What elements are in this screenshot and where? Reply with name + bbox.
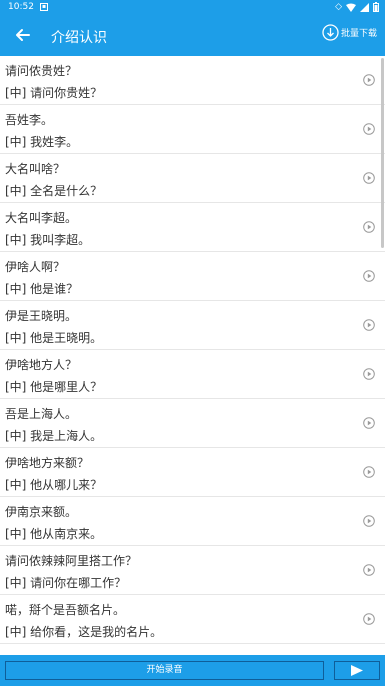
wifi-icon <box>346 3 356 12</box>
app-notification-icon: ▪ <box>40 3 48 11</box>
dialect-text: 吾是上海人。 <box>5 407 78 421</box>
play-circle-icon[interactable] <box>363 564 375 576</box>
dialect-text: 伊啥地方人？ <box>5 358 78 372</box>
dialect-text: 喏，搿个是吾额名片。 <box>5 603 126 617</box>
list-item[interactable]: 吾是上海人。 [中] 我是上海人。 <box>0 399 385 448</box>
list-item[interactable]: 伊南京来额。 [中] 他从南京来。 <box>0 497 385 546</box>
dialect-text: 伊啥人啊？ <box>5 260 66 274</box>
mandarin-text: [中] 他是哪里人？ <box>5 380 103 394</box>
play-circle-icon[interactable] <box>363 466 375 478</box>
dialect-text: 伊是王晓明。 <box>5 309 78 323</box>
batch-download-button[interactable]: 批量下载 <box>322 24 377 41</box>
status-bar: 10:52 ▪ ◇ <box>0 0 385 16</box>
play-circle-icon[interactable] <box>363 221 375 233</box>
app-bar: 介绍认识 批量下载 <box>0 16 385 56</box>
dialect-text: 大名叫李超。 <box>5 211 78 225</box>
play-circle-icon[interactable] <box>363 172 375 184</box>
dialect-text: 伊啥地方来额？ <box>5 456 90 470</box>
play-triangle-icon <box>351 665 363 676</box>
list-item[interactable]: 伊啥地方人？ [中] 他是哪里人？ <box>0 350 385 399</box>
play-circle-icon[interactable] <box>363 368 375 380</box>
batch-download-label: 批量下载 <box>340 29 377 39</box>
bottom-bar: 开始录音 <box>0 655 385 686</box>
list-item[interactable]: 大名叫啥？ [中] 全名是什么？ <box>0 154 385 203</box>
mandarin-text: [中] 他从哪儿来？ <box>5 478 103 492</box>
list-item[interactable]: 伊啥地方来额？ [中] 他从哪儿来？ <box>0 448 385 497</box>
play-circle-icon[interactable] <box>363 417 375 429</box>
battery-icon <box>373 2 379 12</box>
dialect-text: 请问侬辣辣阿里搭工作？ <box>5 554 138 568</box>
mandarin-text: [中] 全名是什么？ <box>5 184 103 198</box>
arrow-left-icon[interactable] <box>12 24 34 46</box>
start-recording-button[interactable]: 开始录音 <box>5 661 324 680</box>
list-item[interactable]: 大名叫李超。 [中] 我叫李超。 <box>0 203 385 252</box>
play-circle-icon[interactable] <box>363 319 375 331</box>
play-circle-icon[interactable] <box>363 515 375 527</box>
play-all-button[interactable] <box>334 661 380 680</box>
list-item[interactable]: 喏，搿个是吾额名片。 [中] 给你看，这是我的名片。 <box>0 595 385 644</box>
status-time: 10:52 <box>8 2 34 12</box>
dialect-text: 请问侬贵姓？ <box>5 64 78 78</box>
list-item[interactable]: 伊啥人啊？ [中] 他是谁？ <box>0 252 385 301</box>
list-item[interactable]: 请问侬贵姓？ [中] 请问你贵姓？ <box>0 56 385 105</box>
status-icons: ◇ <box>335 2 379 12</box>
list-item[interactable]: 伊是王晓明。 [中] 他是王晓明。 <box>0 301 385 350</box>
scrollbar[interactable] <box>381 58 384 248</box>
dialect-text: 大名叫啥？ <box>5 162 66 176</box>
dialect-text: 吾姓李。 <box>5 113 54 127</box>
mandarin-text: [中] 我是上海人。 <box>5 429 103 443</box>
play-circle-icon[interactable] <box>363 613 375 625</box>
mandarin-text: [中] 请问你在哪工作？ <box>5 576 127 590</box>
phrase-list: 请问侬贵姓？ [中] 请问你贵姓？ 吾姓李。 [中] 我姓李。 大名叫啥？ [中… <box>0 56 385 644</box>
play-circle-icon[interactable] <box>363 74 375 86</box>
vibrate-icon: ◇ <box>335 2 342 12</box>
mandarin-text: [中] 我叫李超。 <box>5 233 91 247</box>
dialect-text: 伊南京来额。 <box>5 505 78 519</box>
list-item[interactable]: 吾姓李。 [中] 我姓李。 <box>0 105 385 154</box>
download-circle-icon <box>322 24 339 41</box>
page-title: 介绍认识 <box>51 30 107 46</box>
mandarin-text: [中] 我姓李。 <box>5 135 79 149</box>
mandarin-text: [中] 请问你贵姓？ <box>5 86 103 100</box>
play-circle-icon[interactable] <box>363 270 375 282</box>
mandarin-text: [中] 他从南京来。 <box>5 527 103 541</box>
signal-icon <box>360 2 369 12</box>
play-circle-icon[interactable] <box>363 123 375 135</box>
mandarin-text: [中] 他是谁？ <box>5 282 79 296</box>
mandarin-text: [中] 给你看，这是我的名片。 <box>5 625 163 639</box>
mandarin-text: [中] 他是王晓明。 <box>5 331 103 345</box>
list-item[interactable]: 请问侬辣辣阿里搭工作？ [中] 请问你在哪工作？ <box>0 546 385 595</box>
